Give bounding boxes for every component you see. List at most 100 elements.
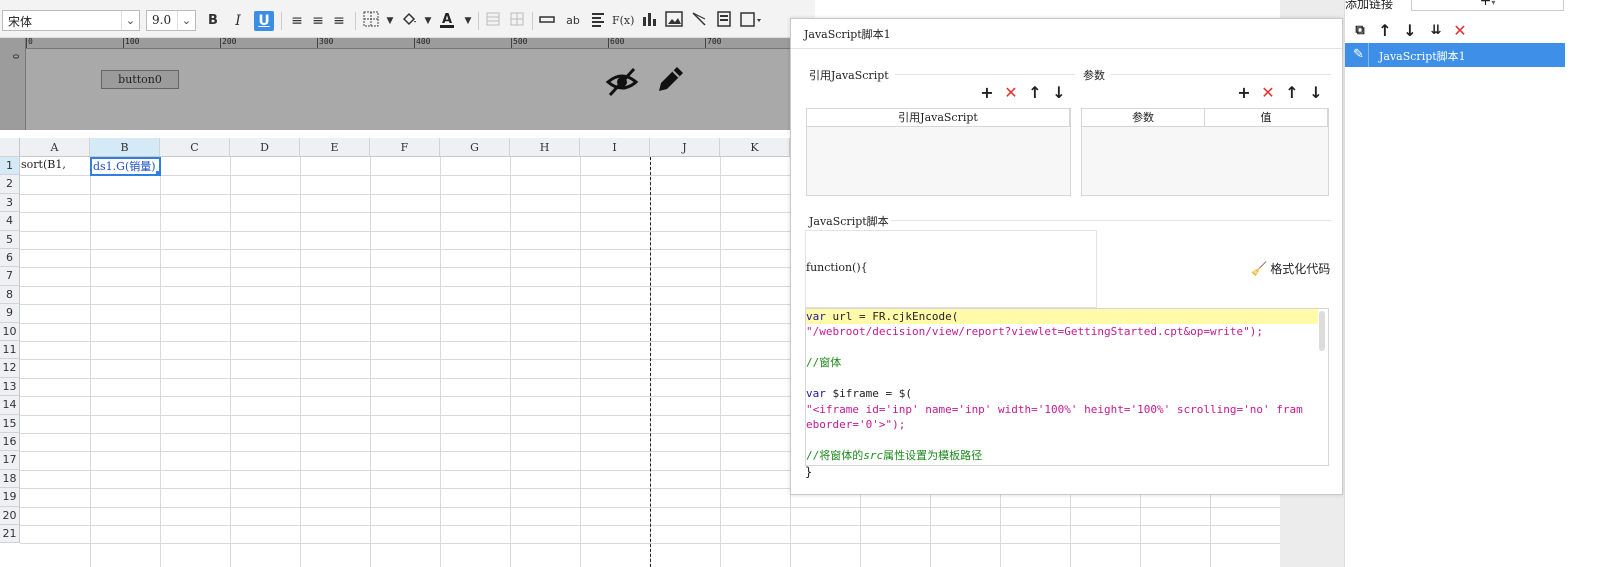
cell-a1[interactable]: sort(B1, <box>21 158 89 175</box>
row-header[interactable]: 15 <box>0 414 20 433</box>
image-icon[interactable] <box>665 11 683 31</box>
row-header[interactable]: 12 <box>0 359 20 378</box>
column-header[interactable]: K <box>720 138 790 157</box>
unmerge-cells-icon[interactable] <box>508 11 526 31</box>
font-size-select[interactable]: 9.0 ⌄ <box>146 10 196 31</box>
column-gridline <box>230 157 231 567</box>
pencil-icon[interactable] <box>653 63 687 97</box>
grid-corner[interactable] <box>0 138 20 157</box>
chevron-down-icon[interactable]: ▼ <box>381 11 399 31</box>
arrow-down-icon[interactable]: ↓ <box>1401 22 1419 40</box>
border-grid-icon[interactable] <box>362 11 380 31</box>
fill-handle[interactable] <box>156 171 159 174</box>
row-header[interactable]: 14 <box>0 396 20 415</box>
row-header[interactable]: 21 <box>0 525 20 544</box>
font-family-select[interactable]: 宋体 ⌄ <box>2 10 140 31</box>
add-icon[interactable]: + <box>1235 84 1253 102</box>
bold-button[interactable]: B <box>204 11 222 31</box>
ref-js-column-header: 引用JavaScript <box>807 109 1070 127</box>
column-header[interactable]: H <box>510 138 580 157</box>
toolbar-divider <box>532 12 533 30</box>
column-header[interactable]: E <box>300 138 370 157</box>
column-header[interactable]: I <box>580 138 650 157</box>
param-table[interactable]: 参数 值 <box>1081 108 1329 196</box>
code-line: //窗体 <box>806 356 842 369</box>
font-color-icon[interactable]: A <box>438 11 456 31</box>
arrow-up-icon[interactable]: ↑ <box>1283 84 1301 102</box>
row-header[interactable]: 11 <box>0 341 20 360</box>
border-style-icon[interactable] <box>740 11 762 31</box>
insert-row-icon[interactable] <box>538 11 556 31</box>
broom-icon: 🧹 <box>1251 262 1268 277</box>
underline-button[interactable]: U <box>254 11 274 31</box>
arrow-down-icon[interactable]: ↓ <box>1307 84 1325 102</box>
sort-icon[interactable]: ⇊ <box>1427 22 1445 40</box>
arrow-up-icon[interactable]: ↑ <box>1376 22 1394 40</box>
column-header[interactable]: J <box>650 138 720 157</box>
row-header[interactable]: 17 <box>0 451 20 470</box>
row-header[interactable]: 8 <box>0 285 20 305</box>
column-header[interactable]: D <box>230 138 300 157</box>
svg-text:A: A <box>442 12 452 27</box>
fill-color-icon[interactable] <box>400 11 418 31</box>
script-section-title: JavaScript脚本 <box>809 215 889 228</box>
form-button-widget[interactable]: button0 <box>101 70 179 89</box>
delete-icon[interactable]: ✕ <box>1451 22 1469 40</box>
chevron-down-icon[interactable]: ▼ <box>419 11 437 31</box>
row-header[interactable]: 16 <box>0 433 20 452</box>
align-center-button[interactable]: ≡ <box>309 11 327 31</box>
add-icon[interactable]: + <box>978 84 996 102</box>
italic-button[interactable]: I <box>229 11 247 31</box>
arrow-down-icon[interactable]: ↓ <box>1050 84 1068 102</box>
delete-icon[interactable]: ✕ <box>1002 84 1020 102</box>
merge-cells-icon[interactable] <box>484 11 502 31</box>
copy-icon[interactable]: ⧉ <box>1351 22 1369 40</box>
link-list-item[interactable]: ✎ JavaScript脚本1 <box>1345 43 1565 67</box>
code-scrollbar[interactable] <box>1319 311 1325 351</box>
column-header[interactable]: A <box>20 138 90 157</box>
add-link-label: + <box>1479 0 1492 9</box>
column-header[interactable]: G <box>440 138 510 157</box>
cell-b1-selected[interactable]: ds1.G(销量) <box>90 157 161 176</box>
sub-report-icon[interactable] <box>715 11 733 31</box>
code-editor[interactable]: var url = FR.cjkEncode( "/webroot/decisi… <box>805 308 1329 466</box>
bar-chart-icon[interactable] <box>640 11 658 31</box>
row-header[interactable]: 6 <box>0 249 20 268</box>
align-left-button[interactable]: ≡ <box>288 11 306 31</box>
row-header[interactable]: 18 <box>0 469 20 489</box>
format-code-label: 格式化代码 <box>1270 262 1331 276</box>
row-header[interactable]: 3 <box>0 193 20 213</box>
row-header[interactable]: 10 <box>0 322 20 341</box>
row-header[interactable]: 2 <box>0 175 20 194</box>
code-line: var $iframe = $( <box>806 386 912 401</box>
row-header[interactable]: 5 <box>0 230 20 249</box>
panel-toolbar: ⧉ ↑ ↓ ⇊ ✕ <box>1345 19 1565 43</box>
row-header[interactable]: 4 <box>0 212 20 231</box>
text-field-button[interactable]: ab <box>564 11 582 31</box>
eye-off-icon[interactable] <box>605 65 639 99</box>
row-header[interactable]: 19 <box>0 488 20 507</box>
row-header[interactable]: 9 <box>0 304 20 323</box>
code-text: $iframe = $( <box>825 387 912 400</box>
chevron-down-icon: ⌄ <box>177 11 195 30</box>
code-line: eborder='0'>"); <box>806 418 906 431</box>
row-header[interactable]: 20 <box>0 506 20 525</box>
arrow-up-icon[interactable]: ↑ <box>1026 84 1044 102</box>
formula-button[interactable]: F(x) <box>612 11 634 31</box>
paragraph-icon[interactable] <box>589 11 607 31</box>
delete-icon[interactable]: ✕ <box>1259 84 1277 102</box>
format-code-button[interactable]: 🧹 格式化代码 <box>1251 260 1330 277</box>
ref-js-table[interactable]: 引用JavaScript <box>806 108 1071 196</box>
column-header[interactable]: F <box>370 138 440 157</box>
column-header[interactable]: C <box>160 138 230 157</box>
row-header[interactable]: 13 <box>0 377 20 397</box>
column-header[interactable]: B <box>90 138 160 157</box>
diagonal-line-icon[interactable] <box>690 11 708 31</box>
row-header[interactable]: 1 <box>0 157 20 176</box>
row-header[interactable]: 7 <box>0 267 20 286</box>
toolbar-divider <box>355 12 356 30</box>
javascript-editor-dialog: JavaScript脚本1 引用JavaScript 参数 + ✕ ↑ ↓ + … <box>790 18 1343 495</box>
align-right-button[interactable]: ≡ <box>330 11 348 31</box>
add-link-dropdown[interactable]: +▾ <box>1411 0 1564 11</box>
chevron-down-icon[interactable]: ▼ <box>459 11 477 31</box>
